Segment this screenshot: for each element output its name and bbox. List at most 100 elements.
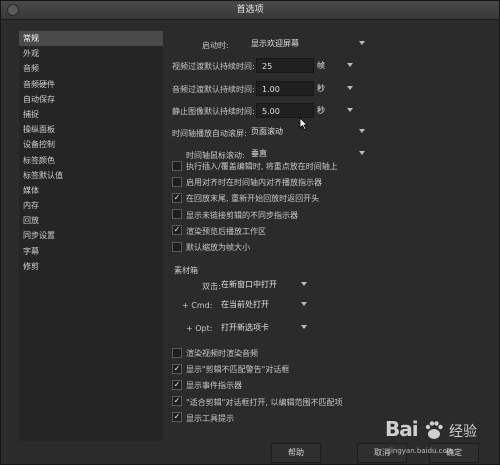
cmd-dropdown[interactable]: 在当前处打开 bbox=[218, 297, 309, 312]
still-image-value: 5.00 bbox=[262, 107, 280, 116]
chevron-down-icon bbox=[359, 41, 365, 45]
general-panel: 启动时: 显示欢迎屏幕 视频过渡默认持续时间: 25 帧 音频过渡默认持续时间:… bbox=[164, 31, 499, 441]
checkbox-label: 显示"剪辑不匹配警告"对话框 bbox=[186, 365, 290, 375]
video-transition-unit: 帧 bbox=[317, 61, 325, 70]
sidebar-item[interactable]: 常规 bbox=[19, 31, 163, 47]
video-transition-input[interactable]: 25 bbox=[256, 58, 314, 73]
checkbox[interactable] bbox=[172, 176, 182, 187]
chevron-down-icon bbox=[347, 108, 353, 112]
cmd-label: + Cmd: bbox=[182, 301, 213, 310]
double-click-value: 在新窗口中打开 bbox=[221, 280, 277, 289]
sidebar-item[interactable]: 回放 bbox=[19, 213, 163, 228]
sidebar-item[interactable]: 音频硬件 bbox=[19, 77, 163, 92]
checkbox-row[interactable]: ✓ 显示"剪辑不匹配警告"对话框 bbox=[172, 363, 290, 376]
checkbox-label: 执行插入/覆盖编辑时, 将重点放在时间轴上 bbox=[186, 162, 338, 171]
baidu-watermark: Bai 经验 jingyan.baidu.com bbox=[385, 411, 499, 464]
paw-icon bbox=[425, 421, 443, 439]
checkbox-row[interactable]: ✓ 显示事件指示器 bbox=[172, 379, 242, 392]
sidebar-item[interactable]: 标签默认值 bbox=[19, 168, 163, 183]
help-button[interactable]: 帮助 bbox=[271, 443, 321, 463]
chevron-down-icon bbox=[347, 86, 353, 90]
preferences-sidebar: 常规 外观 音频 音频硬件 自动保存 捕捉 操纵面板 设备控制 标签颜色 标签默认值 媒体 内存 回放同… bbox=[19, 31, 163, 441]
chevron-down-icon bbox=[359, 151, 365, 155]
sidebar-item[interactable]: 修剪 bbox=[19, 259, 163, 274]
opt-value: 打开新选项卡 bbox=[221, 323, 269, 332]
checkbox[interactable]: ✓ bbox=[172, 363, 182, 374]
opt-label: + Opt: bbox=[186, 324, 213, 333]
checkbox[interactable]: ✓ bbox=[172, 379, 182, 390]
sidebar-item[interactable]: 内存 bbox=[19, 198, 163, 213]
checkbox[interactable] bbox=[172, 160, 182, 171]
watermark-url: jingyan.baidu.com bbox=[389, 447, 454, 455]
chevron-down-icon bbox=[301, 282, 307, 286]
watermark-brand-suffix: 经验 bbox=[449, 424, 477, 440]
sidebar-item[interactable]: 同步设置 bbox=[19, 228, 163, 243]
checkbox-label: 渲染视频时渲染音频 bbox=[186, 349, 258, 358]
cmd-value: 在当前处打开 bbox=[221, 300, 269, 309]
timeline-mouse-scroll-dropdown[interactable]: 垂直 bbox=[248, 146, 367, 161]
startup-label: 启动时: bbox=[202, 41, 229, 50]
checkbox[interactable] bbox=[172, 347, 182, 358]
sidebar-item[interactable]: 字幕 bbox=[19, 244, 163, 259]
audio-transition-value: 1.00 bbox=[262, 85, 280, 94]
close-button[interactable] bbox=[7, 4, 19, 16]
audio-transition-unit-dropdown[interactable]: 秒 bbox=[314, 81, 355, 96]
checkbox-row[interactable]: 渲染视频时渲染音频 bbox=[172, 347, 258, 360]
video-transition-value: 25 bbox=[262, 62, 273, 71]
checkbox-row[interactable]: 显示未链接剪辑的不同步指示器 bbox=[172, 209, 298, 222]
checkbox-label: 默认缩放为帧大小 bbox=[186, 243, 250, 252]
checkbox[interactable]: ✓ bbox=[172, 396, 182, 407]
timeline-autoscroll-value: 页面滚动 bbox=[251, 127, 283, 136]
sidebar-item[interactable]: 标签颜色 bbox=[19, 153, 163, 168]
still-image-label: 静止图像默认持续时间: bbox=[172, 107, 255, 116]
timeline-mouse-scroll-value: 垂直 bbox=[251, 149, 267, 158]
video-transition-label: 视频过渡默认持续时间: bbox=[172, 62, 255, 71]
checkbox-row[interactable]: ✓ "适合剪辑"对话框打开, 以编辑范围不匹配项 bbox=[172, 396, 343, 409]
chevron-down-icon bbox=[301, 302, 307, 306]
sidebar-item[interactable]: 媒体 bbox=[19, 183, 163, 198]
startup-dropdown[interactable]: 显示欢迎屏幕 bbox=[248, 36, 367, 51]
startup-value: 显示欢迎屏幕 bbox=[251, 39, 299, 48]
still-image-unit-dropdown[interactable]: 秒 bbox=[314, 103, 355, 118]
double-click-dropdown[interactable]: 在新窗口中打开 bbox=[218, 277, 309, 292]
sidebar-item[interactable]: 自动保存 bbox=[19, 92, 163, 107]
sidebar-item[interactable]: 捕捉 bbox=[19, 107, 163, 122]
mouse-cursor-icon bbox=[299, 117, 308, 130]
preferences-dialog: 首选项 常规 外观 音频 音频硬件 自动保存 捕捉 操纵面板 设备控制 标签颜色 标签默认值 媒体内… bbox=[0, 0, 500, 465]
checkbox-row[interactable]: ✓ 显示工具提示 bbox=[172, 412, 234, 425]
checkbox-row[interactable]: 执行插入/覆盖编辑时, 将重点放在时间轴上 bbox=[172, 160, 338, 173]
still-image-unit: 秒 bbox=[317, 106, 325, 115]
checkbox-label: "适合剪辑"对话框打开, 以编辑范围不匹配项 bbox=[186, 397, 343, 407]
chevron-down-icon bbox=[359, 129, 365, 133]
timeline-autoscroll-label: 时间轴播放自动滚屏: bbox=[172, 129, 247, 138]
video-transition-unit-dropdown[interactable]: 帧 bbox=[314, 58, 355, 73]
audio-transition-input[interactable]: 1.00 bbox=[256, 81, 314, 96]
timeline-mouse-scroll-label: 时间轴鼠标滚动: bbox=[186, 151, 245, 160]
sidebar-item[interactable]: 音频 bbox=[19, 61, 163, 76]
checkbox[interactable]: ✓ bbox=[172, 192, 182, 203]
audio-transition-unit: 秒 bbox=[317, 84, 325, 93]
checkbox[interactable]: ✓ bbox=[172, 412, 182, 423]
checkbox-label: 显示事件指示器 bbox=[186, 381, 242, 391]
chevron-down-icon bbox=[301, 325, 307, 329]
checkbox-label: 渲染预览后播放工作区 bbox=[186, 226, 266, 236]
checkbox[interactable]: ✓ bbox=[172, 225, 182, 236]
checkbox-row[interactable]: 启用对齐时在时间轴内对齐播放指示器 bbox=[172, 176, 322, 189]
chevron-down-icon bbox=[347, 63, 353, 67]
window-title: 首选项 bbox=[236, 5, 264, 15]
checkbox[interactable] bbox=[172, 209, 182, 220]
sidebar-item[interactable]: 设备控制 bbox=[19, 137, 163, 152]
still-image-input[interactable]: 5.00 bbox=[256, 103, 314, 118]
sidebar-item[interactable]: 操纵面板 bbox=[19, 122, 163, 137]
checkbox-label: 启用对齐时在时间轴内对齐播放指示器 bbox=[186, 178, 322, 188]
audio-transition-label: 音频过渡默认持续时间: bbox=[172, 85, 255, 94]
sidebar-item[interactable]: 外观 bbox=[19, 46, 163, 61]
checkbox-row[interactable]: ✓ 在回放末尾, 重新开始回放时返回开头 bbox=[172, 192, 319, 205]
bins-section-label: 素材箱 bbox=[174, 266, 198, 275]
title-bar: 首选项 bbox=[1, 1, 499, 20]
opt-dropdown[interactable]: 打开新选项卡 bbox=[218, 320, 309, 335]
checkbox-row[interactable]: 默认缩放为帧大小 bbox=[172, 241, 250, 254]
checkbox[interactable] bbox=[172, 241, 182, 252]
checkbox-label: 显示工具提示 bbox=[186, 413, 234, 423]
checkbox-row[interactable]: ✓ 渲染预览后播放工作区 bbox=[172, 225, 266, 238]
